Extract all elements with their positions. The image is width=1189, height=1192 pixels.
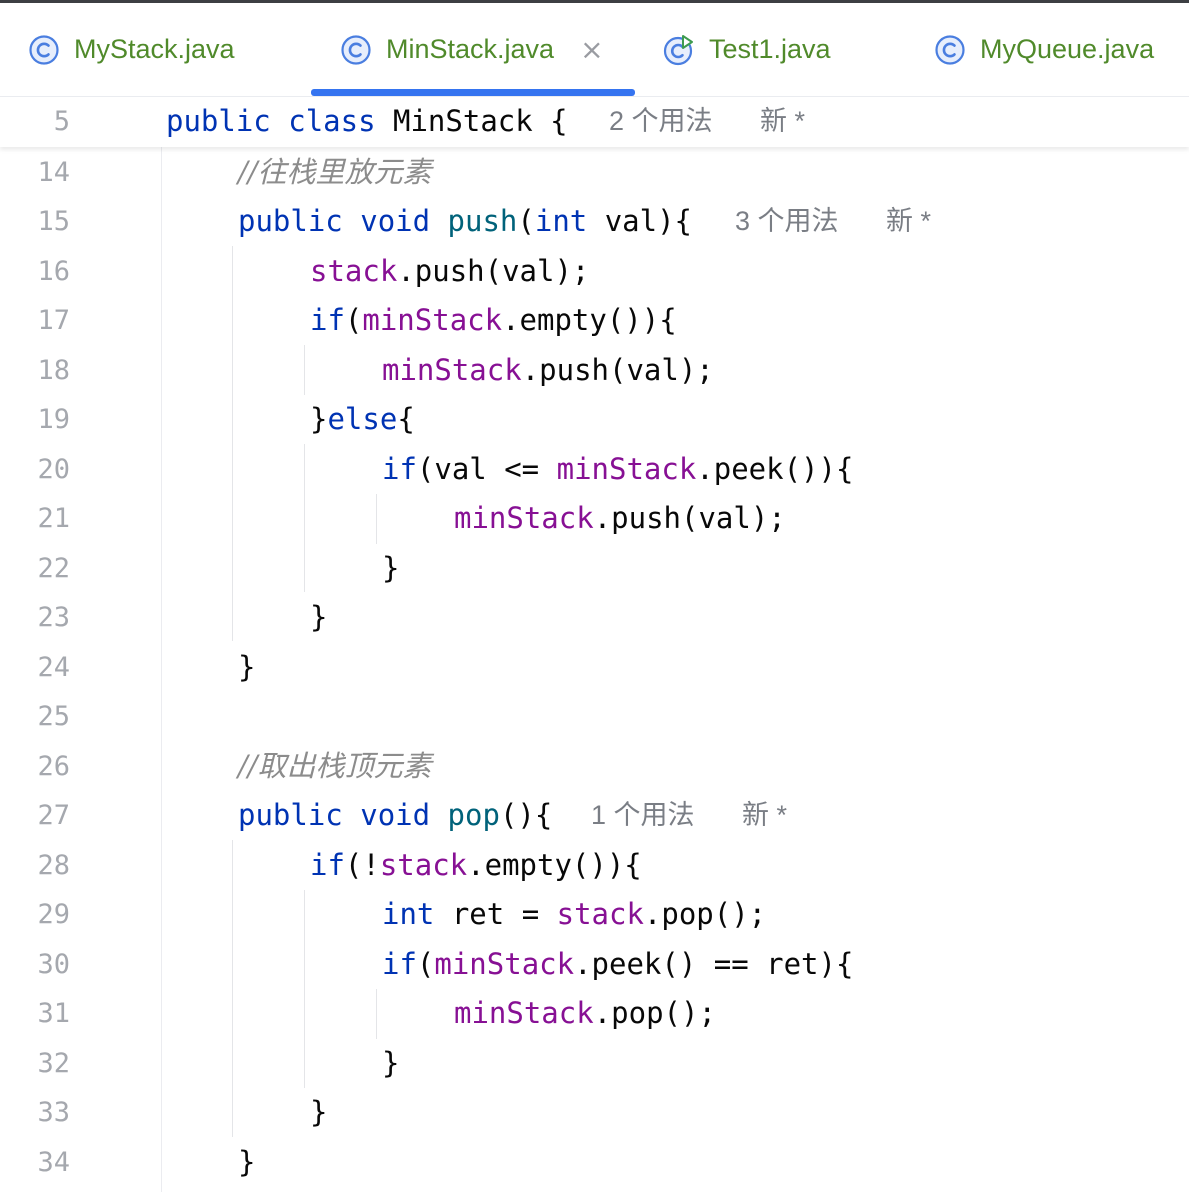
code-text: public void push(int val){: [238, 204, 693, 238]
code-line[interactable]: 30 if(minStack.peek() == ret){: [0, 940, 1189, 990]
runnable-class-icon: [663, 34, 695, 66]
code-line[interactable]: 23 }: [0, 593, 1189, 643]
code-text: }: [382, 1046, 400, 1080]
line-number: 14: [37, 157, 70, 188]
author-hint[interactable]: 新 *: [742, 791, 787, 841]
line-number: 27: [37, 800, 70, 831]
tab-minstack[interactable]: MinStack.java ×: [340, 3, 604, 96]
line-number: 25: [37, 701, 70, 732]
line-number: 34: [37, 1147, 70, 1178]
comment: //取出栈顶元素: [238, 749, 432, 783]
comment: //往栈里放元素: [238, 155, 432, 189]
code-line[interactable]: 21 minStack.push(val);: [0, 494, 1189, 544]
line-number: 21: [37, 503, 70, 534]
line-number: 15: [37, 206, 70, 237]
code-line[interactable]: 22 }: [0, 544, 1189, 594]
code-text: }: [382, 551, 400, 585]
class-icon: [28, 34, 60, 66]
code-text: public void pop(){: [238, 798, 553, 832]
tab-label: MyStack.java: [74, 34, 235, 64]
code-line[interactable]: 34 }: [0, 1138, 1189, 1188]
editor-tab-bar: MyStack.java MinStack.java × Test1.java …: [0, 3, 1189, 97]
code-line[interactable]: 17 if(minStack.empty()){: [0, 296, 1189, 346]
code-line[interactable]: 14 //往栈里放元素: [0, 148, 1189, 198]
code-line[interactable]: 27 public void pop(){ 1 个用法 新 *: [0, 791, 1189, 841]
line-number: 29: [37, 899, 70, 930]
code-text: }: [238, 1145, 256, 1179]
line-number: 28: [37, 850, 70, 881]
line-number: 24: [37, 652, 70, 683]
code-text: if(minStack.empty()){: [310, 303, 677, 337]
code-line[interactable]: 26 //取出栈顶元素: [0, 742, 1189, 792]
code-text: }: [310, 1095, 328, 1129]
line-number: 19: [37, 404, 70, 435]
code-line[interactable]: 16 stack.push(val);: [0, 247, 1189, 297]
line-number: 22: [37, 553, 70, 584]
code-text: minStack.push(val);: [454, 501, 786, 535]
line-number: 32: [37, 1048, 70, 1079]
class-icon: [340, 34, 372, 66]
code-line[interactable]: 20 if(val <= minStack.peek()){: [0, 445, 1189, 495]
code-line[interactable]: 28 if(!stack.empty()){: [0, 841, 1189, 891]
sticky-class-header[interactable]: 5 public class MinStack { 2 个用法 新 *: [0, 97, 1189, 147]
tab-label: MinStack.java: [386, 34, 555, 64]
tab-myqueue[interactable]: MyQueue.java: [934, 3, 1154, 96]
code-line[interactable]: 25: [0, 692, 1189, 742]
code-text: int ret = stack.pop();: [382, 897, 767, 931]
code-line[interactable]: 32 }: [0, 1039, 1189, 1089]
line-number: 16: [37, 256, 70, 287]
line-number: 30: [37, 949, 70, 980]
line-number: 20: [37, 454, 70, 485]
code-line[interactable]: 18 minStack.push(val);: [0, 346, 1189, 396]
code-line[interactable]: 15 public void push(int val){ 3 个用法 新 *: [0, 197, 1189, 247]
code-line[interactable]: 24 }: [0, 643, 1189, 693]
code-line[interactable]: 19 }else{: [0, 395, 1189, 445]
line-number: 17: [37, 305, 70, 336]
code-text: if(val <= minStack.peek()){: [382, 452, 854, 486]
line-number: 5: [53, 106, 70, 137]
code-text: }: [310, 600, 328, 634]
line-number: 26: [37, 751, 70, 782]
tab-label: Test1.java: [709, 34, 831, 64]
class-icon: [934, 34, 966, 66]
code-text: public class MinStack {: [166, 104, 568, 138]
code-text: }: [238, 650, 256, 684]
line-number: 18: [37, 355, 70, 386]
usages-hint[interactable]: 2 个用法: [609, 97, 713, 147]
line-number: 33: [37, 1097, 70, 1128]
code-text: minStack.pop();: [454, 996, 716, 1030]
usages-hint[interactable]: 1 个用法: [591, 791, 695, 841]
code-line[interactable]: 29 int ret = stack.pop();: [0, 890, 1189, 940]
code-line[interactable]: 31 minStack.pop();: [0, 989, 1189, 1039]
line-number: 23: [37, 602, 70, 633]
author-hint[interactable]: 新 *: [886, 197, 931, 247]
tab-label: MyQueue.java: [980, 34, 1155, 64]
code-text: }else{: [310, 402, 415, 436]
close-tab-icon[interactable]: ×: [580, 33, 603, 66]
line-number: 31: [37, 998, 70, 1029]
tab-mystack[interactable]: MyStack.java: [28, 3, 235, 96]
author-hint[interactable]: 新 *: [760, 97, 805, 147]
code-text: if(minStack.peek() == ret){: [382, 947, 854, 981]
code-text: stack.push(val);: [310, 254, 590, 288]
code-text: minStack.push(val);: [382, 353, 714, 387]
active-tab-indicator: [311, 89, 635, 96]
usages-hint[interactable]: 3 个用法: [735, 197, 839, 247]
code-line[interactable]: 33 }: [0, 1088, 1189, 1138]
code-text: if(!stack.empty()){: [310, 848, 642, 882]
tab-test1[interactable]: Test1.java: [663, 3, 831, 96]
